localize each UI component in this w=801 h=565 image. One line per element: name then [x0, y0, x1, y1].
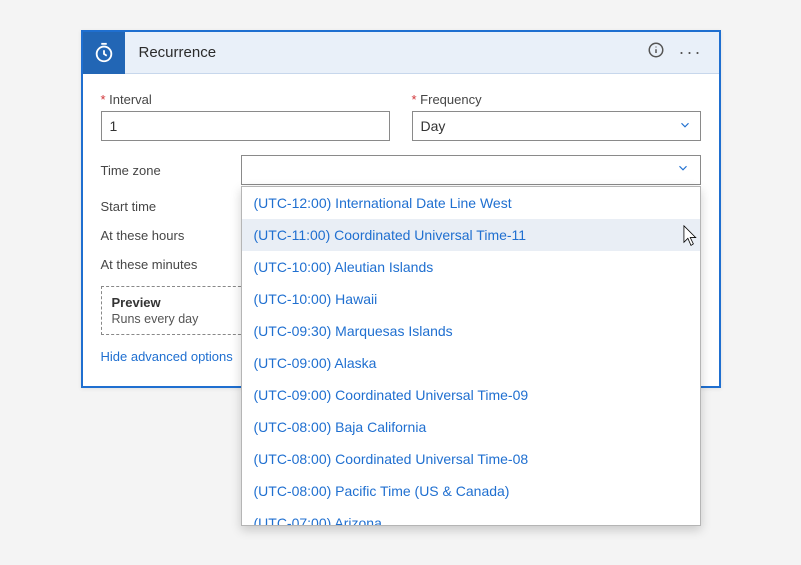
timezone-select[interactable]: [241, 155, 701, 185]
starttime-label: Start time: [101, 199, 231, 214]
recurrence-icon: [83, 32, 125, 74]
timezone-option[interactable]: (UTC-09:00) Alaska: [242, 347, 700, 379]
frequency-label: Frequency: [412, 92, 701, 107]
timezone-option[interactable]: (UTC-09:30) Marquesas Islands: [242, 315, 700, 347]
timezone-label: Time zone: [101, 163, 231, 178]
card-body: Interval Frequency Day Time zone: [83, 74, 719, 386]
chevron-down-icon: [676, 161, 690, 180]
minutes-label: At these minutes: [101, 257, 231, 272]
timezone-dropdown[interactable]: (UTC-12:00) International Date Line West…: [241, 186, 701, 526]
timezone-option[interactable]: (UTC-10:00) Aleutian Islands: [242, 251, 700, 283]
interval-input[interactable]: [101, 111, 390, 141]
info-icon[interactable]: [647, 41, 665, 64]
preview-title: Preview: [112, 295, 235, 310]
preview-text: Runs every day: [112, 312, 235, 326]
preview-box: Preview Runs every day: [101, 286, 246, 335]
timezone-option[interactable]: (UTC-10:00) Hawaii: [242, 283, 700, 315]
timezone-option[interactable]: (UTC-07:00) Arizona: [242, 507, 700, 526]
recurrence-card: Recurrence ··· Interval Frequency Day: [81, 30, 721, 388]
timezone-option[interactable]: (UTC-08:00) Baja California: [242, 411, 700, 443]
timezone-option[interactable]: (UTC-08:00) Pacific Time (US & Canada): [242, 475, 700, 507]
card-title: Recurrence: [125, 44, 647, 61]
chevron-down-icon: [678, 118, 692, 135]
frequency-value: Day: [421, 118, 446, 134]
more-icon[interactable]: ···: [679, 42, 703, 63]
timezone-option[interactable]: (UTC-11:00) Coordinated Universal Time-1…: [242, 219, 700, 251]
hours-label: At these hours: [101, 228, 231, 243]
timezone-option[interactable]: (UTC-12:00) International Date Line West: [242, 187, 700, 219]
timezone-option[interactable]: (UTC-09:00) Coordinated Universal Time-0…: [242, 379, 700, 411]
card-header: Recurrence ···: [83, 32, 719, 74]
frequency-select[interactable]: Day: [412, 111, 701, 141]
hide-advanced-link[interactable]: Hide advanced options: [101, 349, 233, 364]
interval-label: Interval: [101, 92, 390, 107]
timezone-option[interactable]: (UTC-08:00) Coordinated Universal Time-0…: [242, 443, 700, 475]
